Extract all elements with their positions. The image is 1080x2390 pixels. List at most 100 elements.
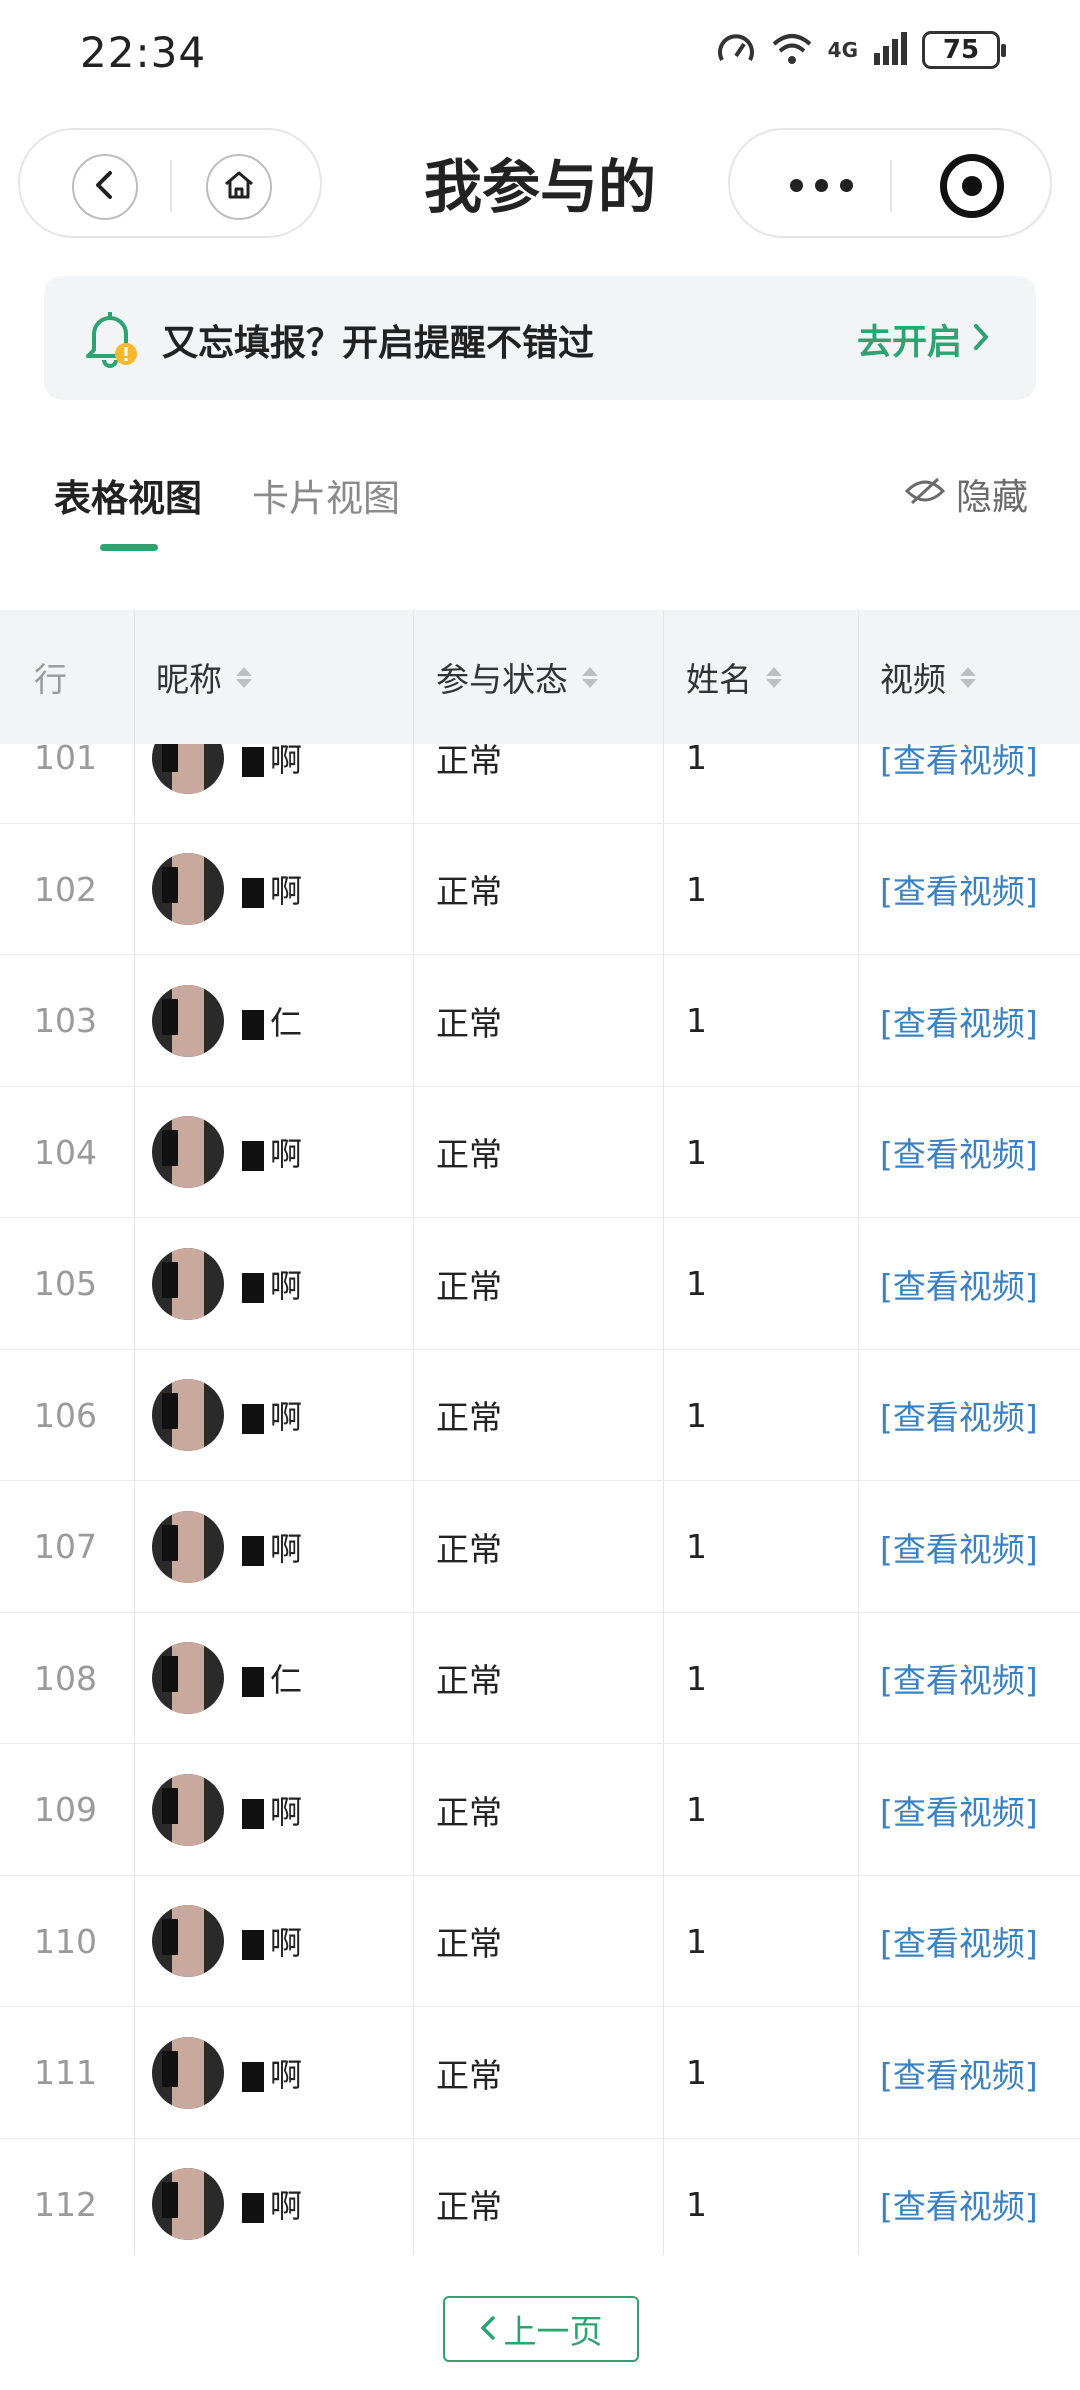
- more-button[interactable]: [766, 154, 876, 216]
- row-number: 110: [34, 1921, 97, 1961]
- row-number: 108: [34, 1658, 97, 1698]
- view-tabs: 表格视图 卡片视图 隐藏: [0, 450, 1080, 560]
- avatar: [152, 2168, 224, 2241]
- row-number: 103: [34, 1001, 97, 1041]
- nickname-text: 啊: [242, 1787, 302, 1833]
- enable-reminder-link[interactable]: 去开启: [857, 314, 990, 365]
- more-icon: [789, 178, 853, 192]
- table-row: 112 啊 正常 1 [查看视频]: [0, 2139, 1080, 2256]
- nickname-cell: 啊: [152, 1218, 302, 1350]
- table-row: 107 啊 正常 1 [查看视频]: [0, 1481, 1080, 1613]
- view-video-link[interactable]: [查看视频]: [880, 2007, 1038, 2139]
- home-button[interactable]: [206, 154, 272, 220]
- avatar: [152, 984, 224, 1057]
- column-divider: [663, 610, 664, 2255]
- prev-page-button[interactable]: 上一页: [443, 2296, 639, 2362]
- status-time: 22:34: [80, 28, 207, 77]
- nickname-cell: 啊: [152, 1087, 302, 1219]
- avatar: [152, 853, 224, 926]
- view-video-link[interactable]: [查看视频]: [880, 1481, 1038, 1613]
- row-number: 105: [34, 1264, 97, 1304]
- name-cell: 1: [686, 1527, 707, 1567]
- hide-button[interactable]: 隐藏: [904, 468, 1028, 520]
- view-video-link[interactable]: [查看视频]: [880, 2139, 1038, 2256]
- row-number: 111: [34, 2053, 97, 2093]
- nickname-text: 啊: [242, 2181, 302, 2227]
- table-row: 102 啊 正常 1 [查看视频]: [0, 824, 1080, 956]
- nickname-text: 啊: [242, 1524, 302, 1570]
- enable-reminder-label: 去开启: [856, 323, 962, 363]
- avatar: [152, 1642, 224, 1715]
- avatar: [152, 1247, 224, 1320]
- view-video-link[interactable]: [查看视频]: [880, 824, 1038, 956]
- battery-indicator: 75: [922, 31, 1006, 69]
- nickname-text: 仁: [242, 998, 302, 1044]
- view-video-link[interactable]: [查看视频]: [880, 1350, 1038, 1482]
- name-cell: 1: [686, 1921, 707, 1961]
- status-cell: 正常: [436, 1003, 502, 1043]
- header-video-label: 视频: [880, 660, 946, 699]
- table-header: 行 昵称 参与状态 姓名 视频: [0, 610, 1080, 744]
- avatar: [152, 1905, 224, 1978]
- nickname-cell: 仁: [152, 955, 302, 1087]
- nickname-cell: 啊: [152, 2139, 302, 2256]
- reminder-banner: 又忘填报？开启提醒不错过 去开启: [44, 276, 1036, 400]
- nickname-text: 啊: [242, 1261, 302, 1307]
- table-row: 103 仁 正常 1 [查看视频]: [0, 955, 1080, 1087]
- header-name[interactable]: 姓名: [686, 610, 782, 744]
- header-nickname-label: 昵称: [156, 660, 222, 699]
- status-cell: 正常: [436, 2187, 502, 2227]
- nickname-text: 啊: [242, 1392, 302, 1438]
- signal-icon: [872, 31, 908, 69]
- name-cell: 1: [686, 1395, 707, 1435]
- nav-bar: 我参与的: [0, 120, 1080, 240]
- view-video-link[interactable]: [查看视频]: [880, 1087, 1038, 1219]
- data-table[interactable]: 行 昵称 参与状态 姓名 视频 101 啊 正常 1 [查看视频] 102 啊: [0, 610, 1080, 2255]
- view-video-link[interactable]: [查看视频]: [880, 1744, 1038, 1876]
- header-name-label: 姓名: [686, 660, 752, 699]
- name-cell: 1: [686, 1001, 707, 1041]
- avatar: [152, 1773, 224, 1846]
- status-cell: 正常: [436, 872, 502, 912]
- active-tab-indicator: [100, 544, 158, 551]
- status-cell: 正常: [436, 1661, 502, 1701]
- table-row: 110 啊 正常 1 [查看视频]: [0, 1876, 1080, 2008]
- nickname-cell: 啊: [152, 824, 302, 956]
- eye-off-icon: [904, 474, 946, 515]
- view-video-link[interactable]: [查看视频]: [880, 1613, 1038, 1745]
- header-row-number: 行: [34, 660, 67, 699]
- nickname-cell: 啊: [152, 1876, 302, 2008]
- status-cell: 正常: [436, 1529, 502, 1569]
- view-video-link[interactable]: [查看视频]: [880, 955, 1038, 1087]
- header-nickname[interactable]: 昵称: [156, 610, 252, 744]
- column-divider: [134, 610, 135, 2255]
- back-button[interactable]: [72, 154, 138, 220]
- tab-table-view[interactable]: 表格视图: [54, 468, 202, 522]
- hide-label: 隐藏: [955, 477, 1028, 518]
- row-number: 102: [34, 869, 97, 909]
- status-cell: 正常: [436, 1398, 502, 1438]
- table-row: 108 仁 正常 1 [查看视频]: [0, 1613, 1080, 1745]
- view-video-link[interactable]: [查看视频]: [880, 1218, 1038, 1350]
- status-cell: 正常: [436, 1792, 502, 1832]
- nickname-text: 啊: [242, 1129, 302, 1175]
- sort-icon: [766, 666, 782, 688]
- sort-icon: [960, 666, 976, 688]
- sort-icon: [236, 666, 252, 688]
- sort-icon: [582, 666, 598, 688]
- header-status[interactable]: 参与状态: [436, 610, 598, 744]
- column-divider: [413, 610, 414, 2255]
- tab-card-view[interactable]: 卡片视图: [252, 468, 400, 522]
- close-miniprogram-button[interactable]: [940, 154, 1004, 218]
- row-number: 107: [34, 1527, 97, 1567]
- header-video[interactable]: 视频: [880, 610, 976, 744]
- avatar: [152, 1510, 224, 1583]
- name-cell: 1: [686, 869, 707, 909]
- view-video-link[interactable]: [查看视频]: [880, 1876, 1038, 2008]
- name-cell: 1: [686, 1658, 707, 1698]
- status-bar: 22:34 4G 75: [0, 0, 1080, 110]
- name-cell: 1: [686, 1264, 707, 1304]
- table-body: 101 啊 正常 1 [查看视频] 102 啊 正常 1 [查看视频] 103 …: [0, 692, 1080, 2255]
- target-icon: [962, 176, 982, 196]
- status-cell: 正常: [436, 1135, 502, 1175]
